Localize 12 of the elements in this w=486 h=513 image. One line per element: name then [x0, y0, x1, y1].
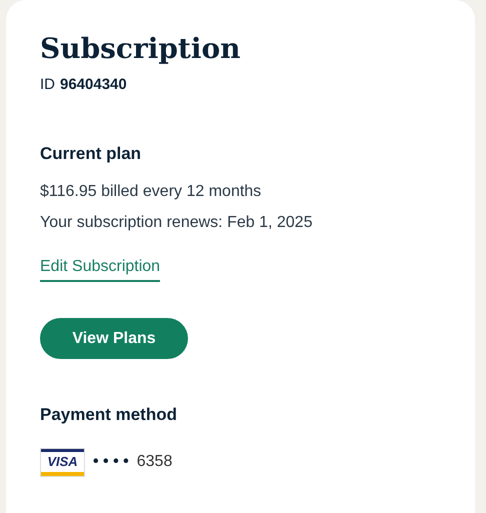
id-label: ID [40, 75, 55, 95]
id-value: 96404340 [60, 75, 127, 95]
view-plans-button[interactable]: View Plans [40, 318, 188, 359]
page-title: Subscription [40, 31, 241, 67]
section-heading: Payment method [40, 404, 177, 426]
card-last-digits: 6358 [136, 452, 172, 472]
section-heading: Current plan [40, 142, 142, 164]
edit-subscription-link[interactable]: Edit Subscription [40, 255, 160, 282]
card-mask: • • • • [93, 452, 129, 472]
card-brand-icon: VISA [40, 448, 85, 476]
plan-detail-text: Your subscription renews: Feb 1, 2025 [40, 213, 312, 233]
plan-detail-text: $116.95 billed every 12 months [40, 182, 262, 202]
